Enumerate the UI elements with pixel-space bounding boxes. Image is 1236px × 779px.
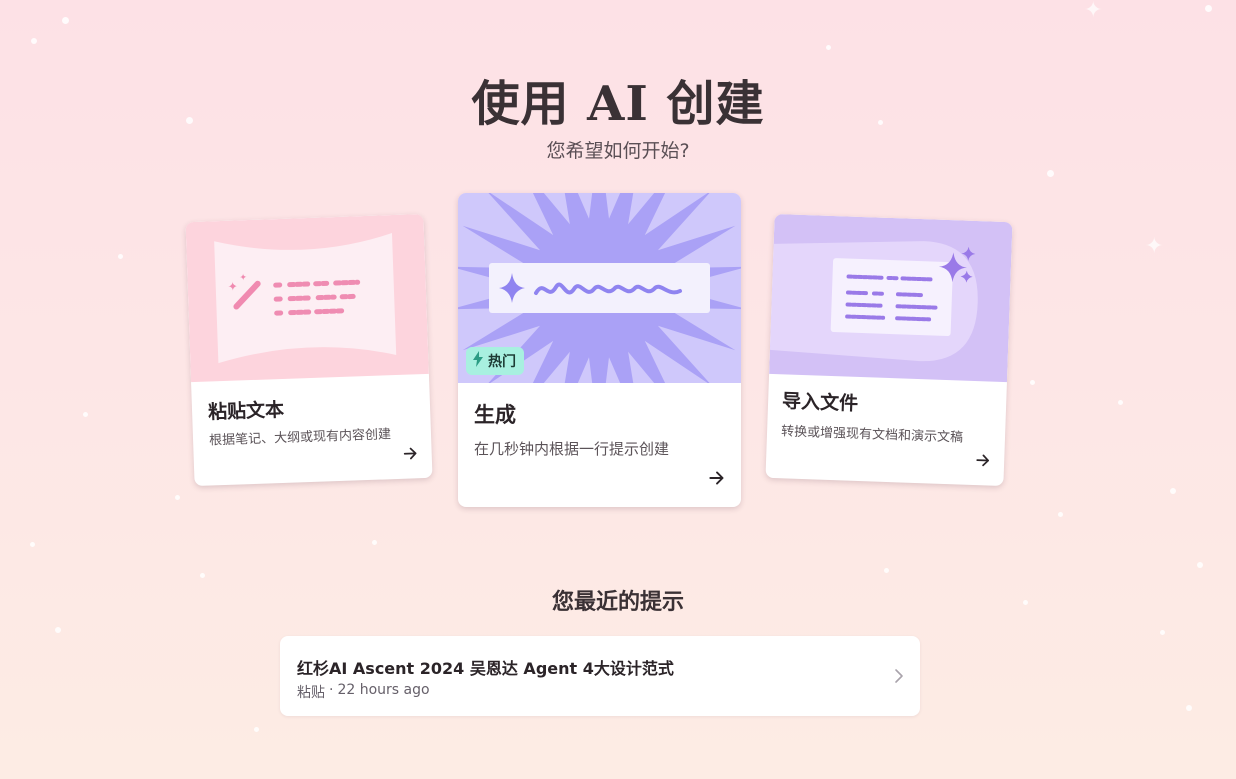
svg-text:✦: ✦ bbox=[239, 273, 247, 283]
arrow-right-icon bbox=[401, 444, 420, 467]
import-file-illustration bbox=[769, 213, 1013, 383]
recent-prompt-item[interactable]: 红杉AI Ascent 2024 吴恩达 Agent 4大设计范式 粘贴 · 2… bbox=[280, 636, 920, 716]
recent-prompt-meta: 粘贴 · 22 hours ago bbox=[297, 682, 430, 702]
recent-prompts-heading: 您最近的提示 bbox=[551, 590, 684, 615]
import-file-card[interactable]: 导入文件 转换或增强现有文档和演示文稿 bbox=[765, 213, 1013, 487]
paste-text-label: 粘贴文本 bbox=[207, 398, 285, 424]
recent-prompt-time: 22 hours ago bbox=[337, 682, 430, 698]
arrow-right-icon bbox=[974, 451, 993, 474]
paste-text-description: 根据笔记、大纲或现有内容创建 bbox=[208, 427, 392, 449]
import-file-label: 导入文件 bbox=[781, 390, 859, 415]
arrow-right-icon bbox=[707, 468, 727, 492]
paste-text-illustration: ✦ ✦ bbox=[185, 213, 429, 383]
generate-illustration: 热门 bbox=[458, 193, 741, 383]
lightning-icon bbox=[472, 351, 484, 371]
generate-description: 在几秒钟内根据一行提示创建 bbox=[474, 440, 670, 458]
page-subtitle: 您希望如何开始? bbox=[546, 140, 690, 162]
meta-separator: · bbox=[329, 682, 334, 698]
import-file-description: 转换或增强现有文档和演示文稿 bbox=[780, 424, 964, 446]
chevron-right-icon bbox=[894, 668, 904, 688]
generate-label: 生成 bbox=[474, 403, 516, 427]
paste-text-card[interactable]: ✦ ✦ 粘贴文本 根据笔记、大纲或现有内容创建 bbox=[185, 213, 433, 487]
svg-text:✦: ✦ bbox=[228, 279, 239, 293]
recent-prompt-title: 红杉AI Ascent 2024 吴恩达 Agent 4大设计范式 bbox=[297, 659, 674, 678]
recent-prompt-source: 粘贴 bbox=[297, 685, 325, 701]
page-title: 使用 AI 创建 bbox=[471, 76, 765, 132]
hot-badge: 热门 bbox=[466, 347, 524, 375]
generate-card[interactable]: 热门 生成 在几秒钟内根据一行提示创建 bbox=[458, 193, 741, 507]
hot-badge-label: 热门 bbox=[488, 354, 516, 370]
